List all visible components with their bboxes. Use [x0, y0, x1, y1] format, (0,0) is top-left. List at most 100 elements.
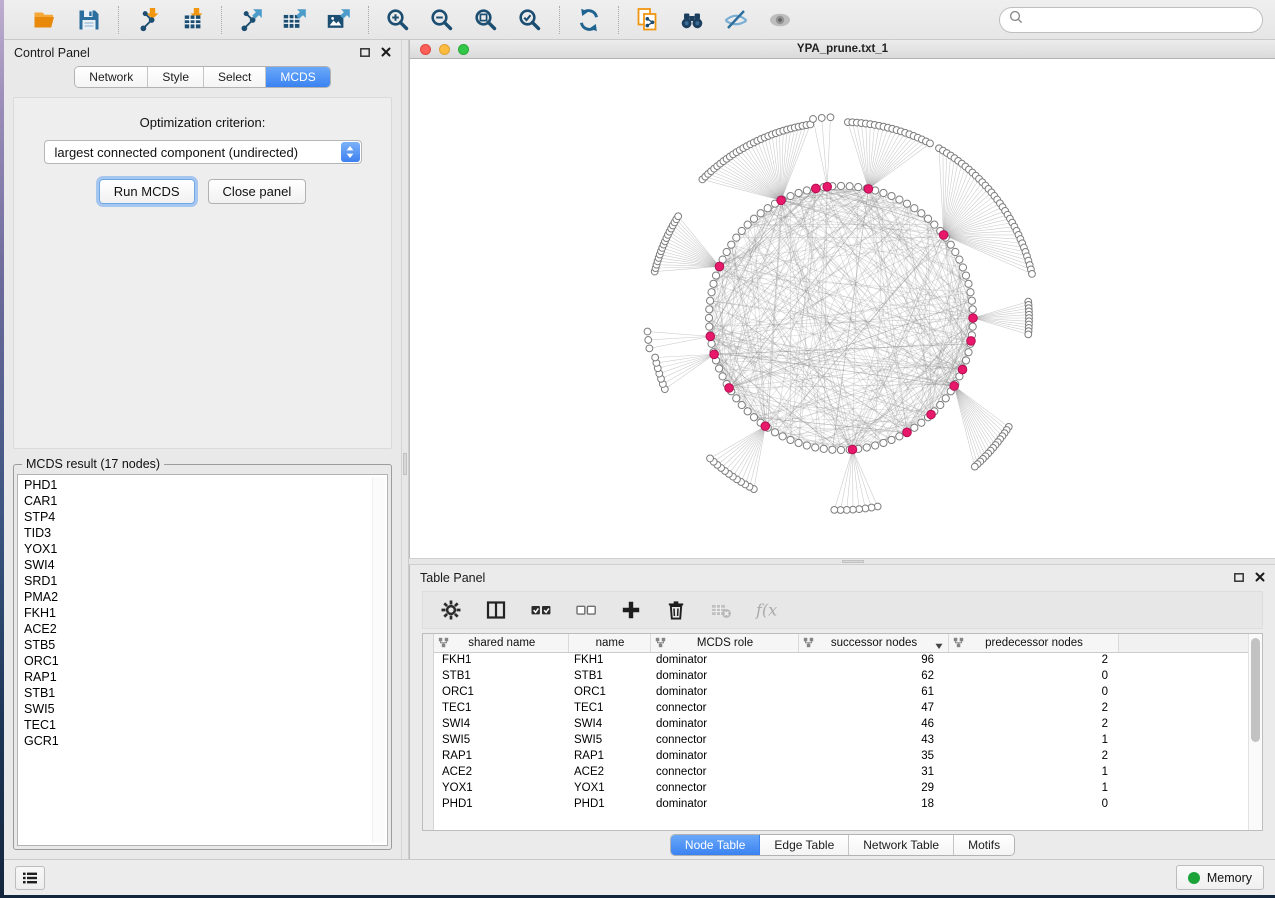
- mcds-result-item[interactable]: PMA2: [24, 589, 387, 605]
- float-panel-icon[interactable]: [1234, 571, 1244, 585]
- node-table: shared namenameMCDS rolesuccessor nodesp…: [422, 633, 1263, 831]
- delete-table-button[interactable]: [706, 595, 736, 625]
- zoom-out-icon: [429, 7, 455, 33]
- column-header-predecessor-nodes[interactable]: predecessor nodes: [948, 634, 1118, 652]
- splitter-grip[interactable]: [842, 560, 864, 563]
- function-builder-icon: f(x): [755, 599, 777, 621]
- close-panel-button[interactable]: Close panel: [208, 179, 307, 204]
- table-row[interactable]: ACE2ACE2connector311: [434, 764, 1248, 780]
- horizontal-splitter[interactable]: [409, 558, 1275, 565]
- export-image-icon: [326, 7, 352, 33]
- zoom-selected-button[interactable]: [513, 3, 547, 37]
- mcds-result-item[interactable]: ORC1: [24, 653, 387, 669]
- column-header-successor-nodes[interactable]: successor nodes: [798, 634, 948, 652]
- optimization-criterion-select[interactable]: largest connected component (undirected): [44, 140, 362, 164]
- add-column-button[interactable]: [616, 595, 646, 625]
- float-panel-icon[interactable]: [360, 46, 370, 60]
- splitter-grip[interactable]: [403, 453, 407, 475]
- zoom-in-button[interactable]: [381, 3, 415, 37]
- mcds-result-item[interactable]: RAP1: [24, 669, 387, 685]
- mcds-result-item[interactable]: SWI4: [24, 557, 387, 573]
- close-panel-icon[interactable]: [1255, 571, 1265, 585]
- import-network-button[interactable]: [131, 3, 165, 37]
- table-row[interactable]: STB1STB1dominator620: [434, 668, 1248, 684]
- select-all-button[interactable]: [526, 595, 556, 625]
- mcds-result-item[interactable]: YOX1: [24, 541, 387, 557]
- export-network-button[interactable]: [234, 3, 268, 37]
- table-row[interactable]: SWI5SWI5connector431: [434, 732, 1248, 748]
- search-network-button[interactable]: [675, 3, 709, 37]
- mcds-result-item[interactable]: SWI5: [24, 701, 387, 717]
- column-header-MCDS-role[interactable]: MCDS role: [650, 634, 798, 652]
- mcds-result-item[interactable]: FKH1: [24, 605, 387, 621]
- table-row[interactable]: PHD1PHD1dominator180: [434, 796, 1248, 812]
- close-panel-icon[interactable]: [381, 46, 391, 60]
- delete-column-button[interactable]: [661, 595, 691, 625]
- refresh-view-button[interactable]: [572, 3, 606, 37]
- table-row[interactable]: TEC1TEC1connector472: [434, 700, 1248, 716]
- mcds-result-item[interactable]: ACE2: [24, 621, 387, 637]
- delete-table-icon: [710, 599, 732, 621]
- table-panel-titlebar: Table Panel: [410, 565, 1275, 591]
- network-canvas[interactable]: [410, 59, 1275, 558]
- open-file-button[interactable]: [28, 3, 62, 37]
- result-list-scrollbar[interactable]: [372, 477, 385, 843]
- run-mcds-button[interactable]: Run MCDS: [99, 179, 195, 204]
- table-row[interactable]: RAP1RAP1dominator352: [434, 748, 1248, 764]
- column-header-shared-name[interactable]: shared name: [434, 634, 568, 652]
- maximize-window-button[interactable]: [458, 44, 469, 55]
- deselect-all-button[interactable]: [571, 595, 601, 625]
- zoom-fit-button[interactable]: [469, 3, 503, 37]
- table-tab-node-table[interactable]: Node Table: [671, 835, 761, 855]
- mcds-result-item[interactable]: TEC1: [24, 717, 387, 733]
- save-session-button[interactable]: [72, 3, 106, 37]
- control-panel: Control Panel NetworkStyleSelectMCDS Opt…: [4, 40, 401, 859]
- table-tab-edge-table[interactable]: Edge Table: [760, 835, 849, 855]
- main-toolbar: [4, 0, 1275, 40]
- table-tab-motifs[interactable]: Motifs: [954, 835, 1014, 855]
- mcds-result-title: MCDS result (17 nodes): [22, 457, 164, 471]
- import-table-button[interactable]: [175, 3, 209, 37]
- table-panel-title: Table Panel: [420, 571, 1234, 585]
- table-row[interactable]: FKH1FKH1dominator962: [434, 652, 1248, 668]
- show-all-button[interactable]: [763, 3, 797, 37]
- right-column: YPA_prune.txt_1 Table Panel: [409, 40, 1275, 859]
- svg-text:f(x): f(x): [755, 601, 777, 620]
- search-input[interactable]: [1029, 12, 1253, 27]
- memory-button[interactable]: Memory: [1176, 865, 1264, 890]
- column-header-name[interactable]: name: [568, 634, 650, 652]
- table-row[interactable]: ORC1ORC1dominator610: [434, 684, 1248, 700]
- minimize-window-button[interactable]: [439, 44, 450, 55]
- table-tab-network-table[interactable]: Network Table: [849, 835, 954, 855]
- zoom-out-button[interactable]: [425, 3, 459, 37]
- table-scrollbar[interactable]: [1248, 634, 1262, 830]
- tab-style[interactable]: Style: [148, 67, 204, 87]
- scrollbar-thumb[interactable]: [1251, 638, 1260, 742]
- tab-network[interactable]: Network: [75, 67, 148, 87]
- table-row[interactable]: SWI4SWI4dominator462: [434, 716, 1248, 732]
- mcds-result-item[interactable]: STP4: [24, 509, 387, 525]
- close-window-button[interactable]: [420, 44, 431, 55]
- mcds-result-item[interactable]: STB5: [24, 637, 387, 653]
- function-builder-button[interactable]: f(x): [751, 595, 781, 625]
- mcds-result-item[interactable]: SRD1: [24, 573, 387, 589]
- task-history-button[interactable]: [15, 866, 45, 890]
- tab-select[interactable]: Select: [204, 67, 266, 87]
- export-table-button[interactable]: [278, 3, 312, 37]
- table-settings-button[interactable]: [436, 595, 466, 625]
- control-panel-titlebar: Control Panel: [4, 40, 401, 66]
- table-row[interactable]: YOX1YOX1connector291: [434, 780, 1248, 796]
- tab-mcds[interactable]: MCDS: [266, 67, 329, 87]
- mcds-result-item[interactable]: STB1: [24, 685, 387, 701]
- mcds-result-item[interactable]: CAR1: [24, 493, 387, 509]
- mcds-result-list[interactable]: PHD1CAR1STP4TID3YOX1SWI4SRD1PMA2FKH1ACE2…: [17, 474, 388, 846]
- mcds-result-item[interactable]: PHD1: [24, 477, 387, 493]
- sort-menu-icon[interactable]: [935, 640, 943, 652]
- share-document-button[interactable]: [631, 3, 665, 37]
- mcds-result-item[interactable]: GCR1: [24, 733, 387, 749]
- hide-selected-button[interactable]: [719, 3, 753, 37]
- mcds-result-item[interactable]: TID3: [24, 525, 387, 541]
- vertical-splitter[interactable]: [401, 40, 409, 859]
- export-image-button[interactable]: [322, 3, 356, 37]
- split-columns-button[interactable]: [481, 595, 511, 625]
